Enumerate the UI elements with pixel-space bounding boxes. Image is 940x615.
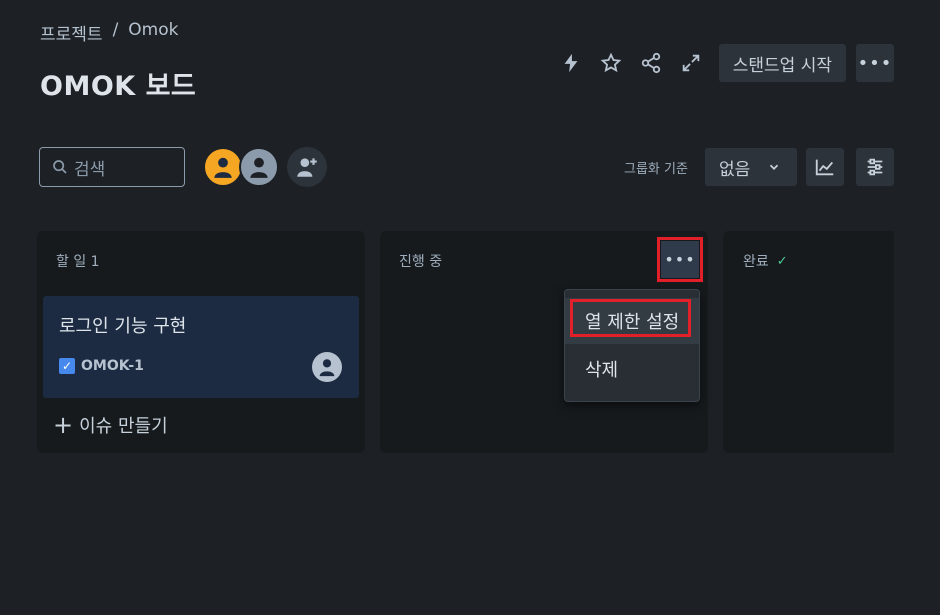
- user-icon: [319, 359, 335, 377]
- user-icon: [214, 157, 232, 178]
- view-settings-button[interactable]: [856, 148, 894, 186]
- star-button[interactable]: [595, 44, 627, 82]
- group-by-value: 없음: [719, 159, 751, 180]
- create-issue-button[interactable]: + 이슈 만들기: [53, 412, 168, 438]
- fullscreen-button[interactable]: [675, 44, 707, 82]
- menu-item-set-column-limit[interactable]: 열 제한 설정: [565, 298, 699, 344]
- search-input[interactable]: 검색: [39, 147, 185, 187]
- group-by-select[interactable]: 없음: [705, 148, 797, 186]
- add-user-icon: [297, 158, 317, 177]
- automation-button[interactable]: [555, 44, 587, 82]
- assignee-filter: [203, 147, 327, 187]
- start-standup-button[interactable]: 스탠드업 시작: [718, 44, 846, 82]
- avatar[interactable]: [239, 147, 279, 187]
- group-by-label: 그룹화 기준: [624, 162, 688, 177]
- board-more-button[interactable]: •••: [856, 44, 894, 82]
- breadcrumb-projects-link[interactable]: 프로젝트: [40, 20, 103, 45]
- avatar[interactable]: [203, 147, 243, 187]
- sliders-icon: [867, 158, 883, 176]
- share-icon: [641, 52, 660, 74]
- chevron-down-icon: [769, 164, 779, 170]
- breadcrumb-current[interactable]: Omok: [128, 20, 178, 45]
- header-actions: 스탠드업 시작 •••: [555, 44, 894, 82]
- create-issue-label: 이슈 만들기: [79, 416, 168, 437]
- column-title: 할 일 1: [56, 254, 100, 270]
- insights-button[interactable]: [806, 148, 844, 186]
- column-todo: 할 일 1 로그인 기능 구현 ✓ OMOK-1 + 이슈 만들기: [37, 231, 365, 453]
- column-header: 할 일 1: [56, 251, 100, 271]
- more-icon: •••: [661, 241, 699, 278]
- assignee-avatar[interactable]: [312, 352, 342, 382]
- column-title: 진행 중: [399, 254, 443, 270]
- breadcrumb-separator: /: [112, 20, 119, 40]
- plus-icon: +: [53, 411, 74, 439]
- page-title: OMOK 보드: [40, 71, 197, 102]
- chart-icon: [815, 159, 834, 176]
- search-placeholder: 검색: [74, 159, 106, 180]
- expand-icon: [682, 54, 699, 72]
- breadcrumb: 프로젝트 / Omok: [40, 20, 178, 45]
- star-icon: [600, 52, 622, 73]
- column-more-button[interactable]: •••: [657, 237, 703, 282]
- issue-card[interactable]: 로그인 기능 구현 ✓ OMOK-1: [43, 296, 359, 398]
- issue-key: ✓ OMOK-1: [59, 358, 144, 374]
- menu-item-delete[interactable]: 삭제: [565, 346, 699, 392]
- column-title: 완료: [743, 254, 769, 270]
- check-icon: ✓: [776, 253, 788, 269]
- column-header: 완료 ✓: [743, 251, 788, 271]
- board-page: 프로젝트 / Omok OMOK 보드 스탠드업 시작 ••• 검색 그룹화 기…: [0, 0, 940, 615]
- column-done: 완료 ✓: [723, 231, 894, 453]
- issue-key-label: OMOK-1: [81, 358, 144, 374]
- issue-title: 로그인 기능 구현: [59, 316, 187, 337]
- column-actions-menu: 열 제한 설정 삭제: [564, 289, 700, 402]
- search-icon: [53, 160, 67, 174]
- task-checkbox-icon: ✓: [59, 358, 75, 374]
- add-people-button[interactable]: [287, 147, 327, 187]
- column-header: 진행 중: [399, 251, 442, 271]
- share-button[interactable]: [635, 44, 667, 82]
- user-icon: [250, 157, 268, 178]
- lightning-icon: [564, 53, 578, 73]
